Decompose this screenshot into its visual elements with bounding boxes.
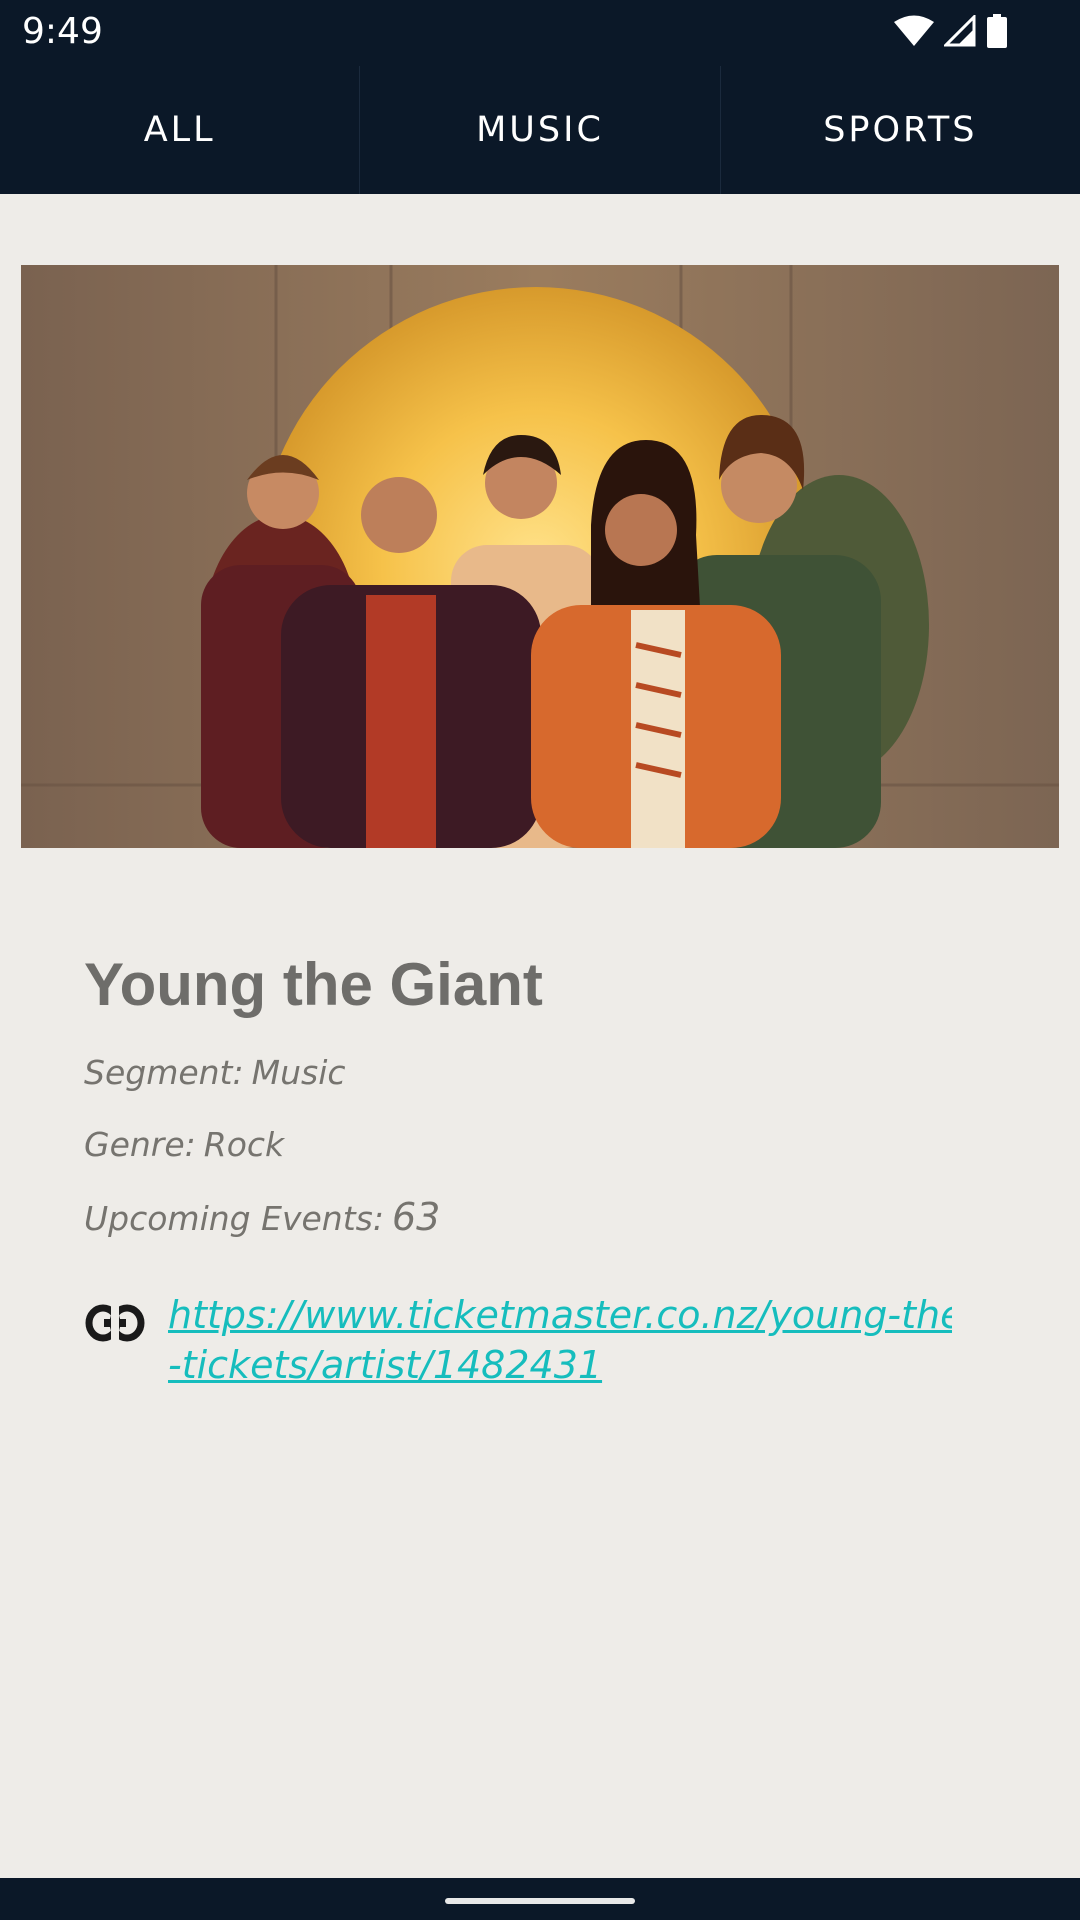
upcoming-events-count: 63 [391,1195,441,1239]
ticketmaster-link[interactable]: https://www.ticketmaster.co.nz/young-the… [168,1290,952,1390]
signal-icon [944,15,976,47]
link-icon [85,1304,145,1342]
tab-all[interactable]: ALL [0,66,361,194]
segment-label: Segment: [84,1053,244,1092]
ticketmaster-link-line-1[interactable]: https://www.ticketmaster.co.nz/young-the… [168,1290,952,1340]
genre-row: Genre: Rock [84,1116,1004,1174]
wifi-icon [894,15,934,46]
segment-value: Music [251,1053,346,1092]
ticketmaster-link-line-2[interactable]: -tickets/artist/1482431 [168,1340,952,1390]
genre-label: Genre: [84,1125,196,1164]
upcoming-events-label: Upcoming Events: [84,1199,384,1238]
status-time: 9:49 [22,11,103,52]
segment-row: Segment: Music [84,1044,1004,1102]
artist-name: Young the Giant [84,951,543,1018]
artist-details: Young the Giant Segment: Music Genre: Rock… [84,940,1004,1248]
genre-value: Rock [203,1125,285,1164]
artist-photo [21,265,1059,848]
tab-sports[interactable]: SPORTS [721,66,1080,194]
home-gesture-handle[interactable] [445,1898,635,1904]
tab-music[interactable]: MUSIC [360,66,721,194]
battery-icon [987,14,1007,48]
category-tabs: ALL MUSIC SPORTS [0,66,1080,194]
status-icons [894,14,1008,48]
upcoming-events-row: Upcoming Events: 63 [84,1188,1004,1248]
status-bar: 9:49 [0,0,1080,66]
ticket-link-row: https://www.ticketmaster.co.nz/young-the… [84,1290,984,1390]
